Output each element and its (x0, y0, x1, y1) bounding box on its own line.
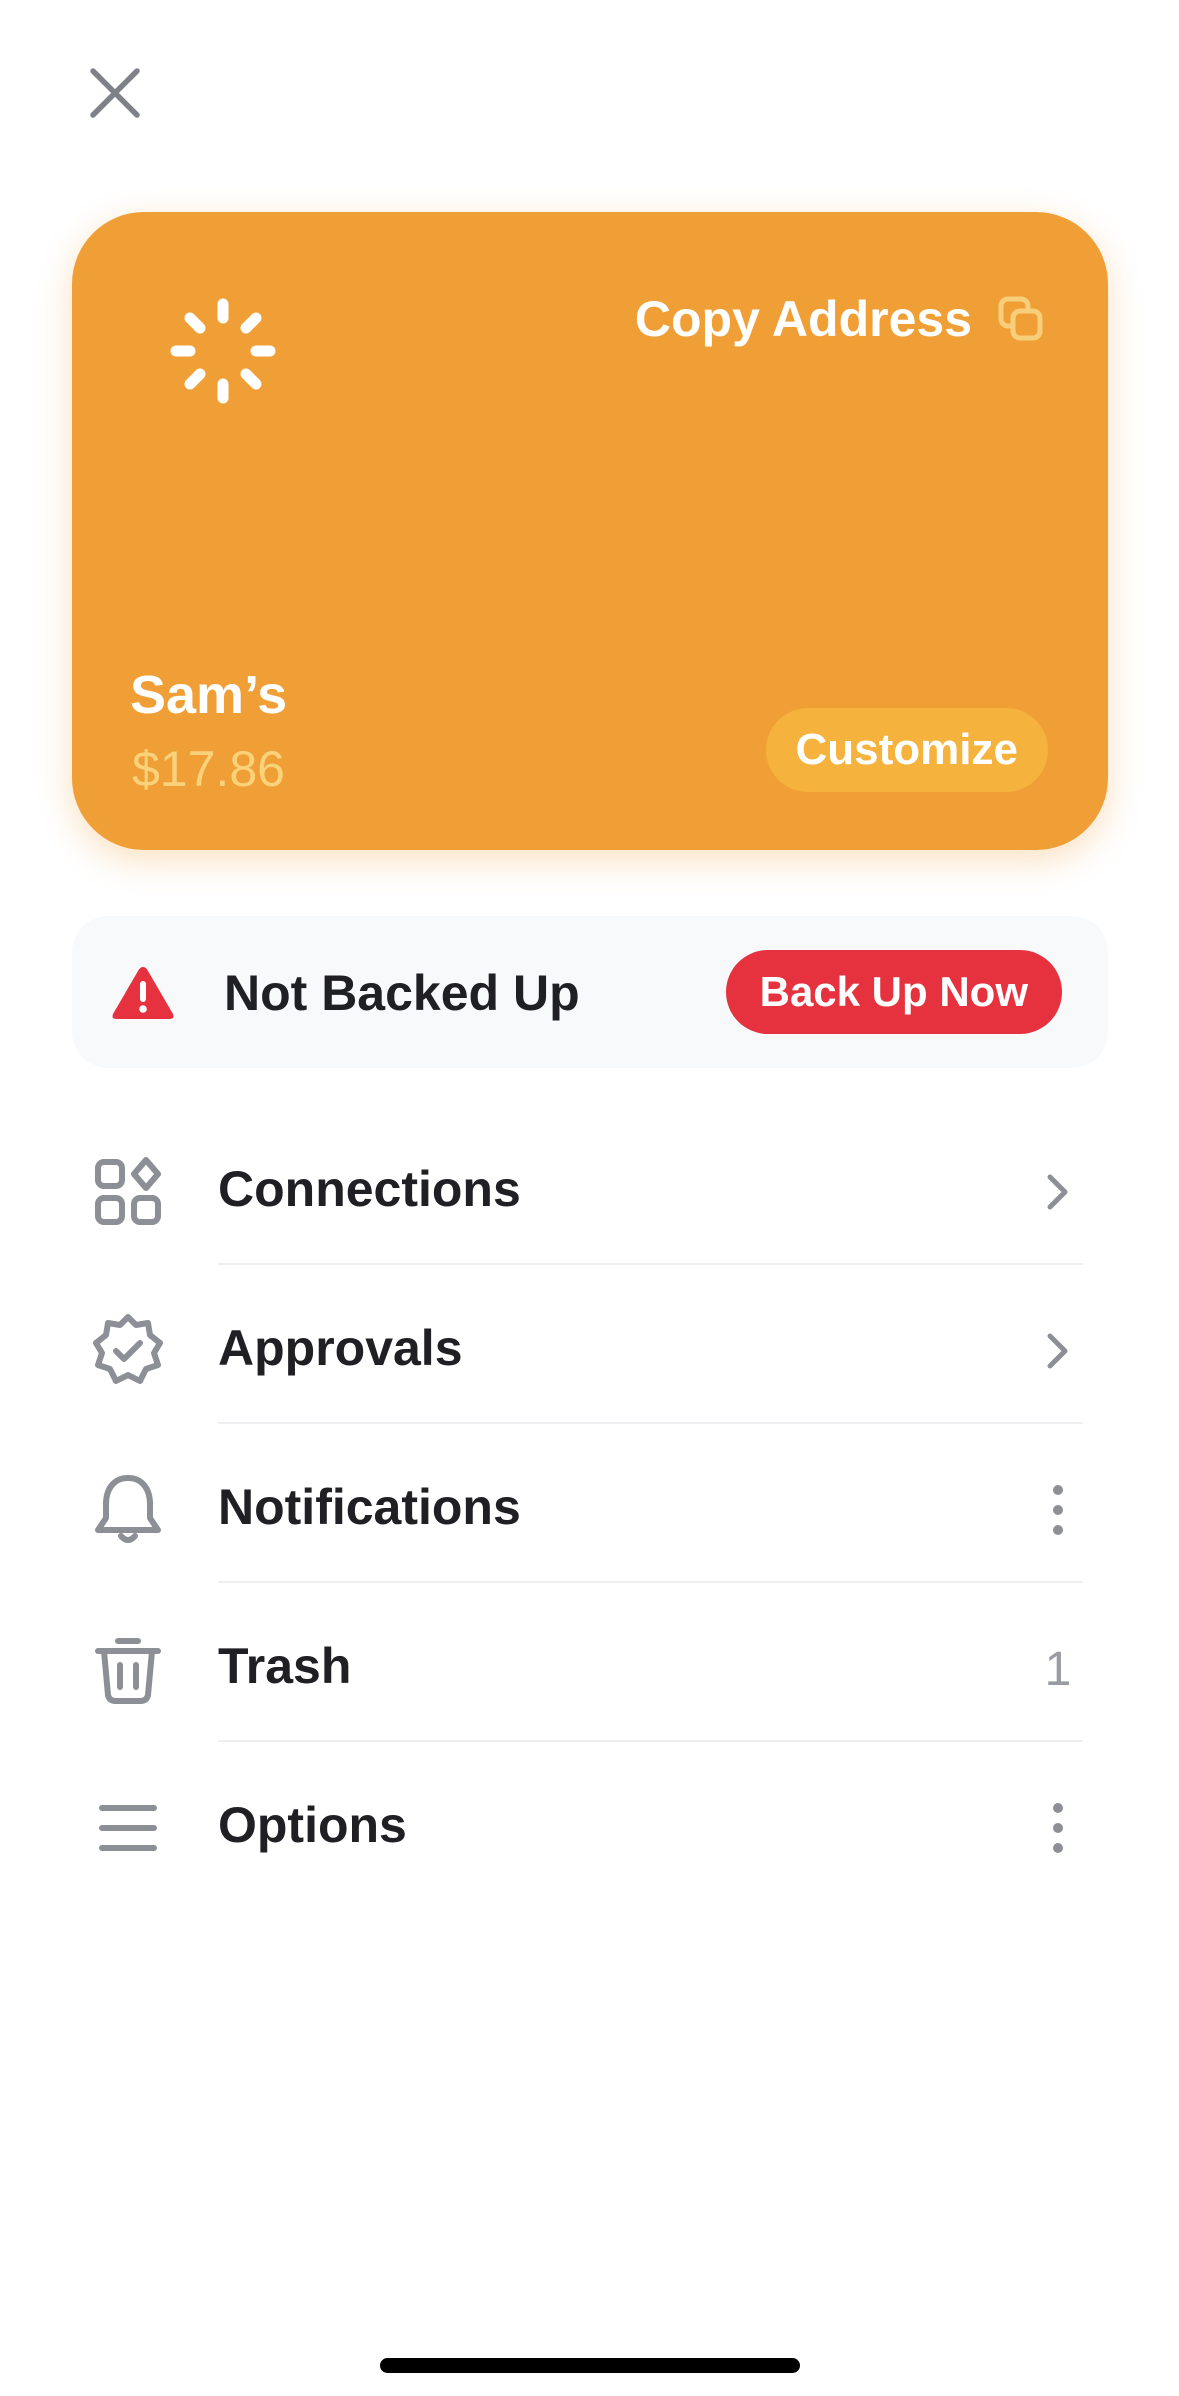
more-vertical-icon (1053, 1485, 1063, 1535)
menu-item-label: Approvals (218, 1320, 463, 1376)
chevron-right-icon (1047, 1333, 1068, 1369)
back-up-now-label: Back Up Now (759, 968, 1028, 1015)
close-icon (90, 68, 140, 118)
wallet-settings-screen: Copy Address Sam’s $17.86 Customize Not … (0, 0, 1179, 2396)
wallet-balance: $17.86 (132, 741, 285, 797)
trash-count: 1 (1044, 1642, 1072, 1696)
menu-item-approvals[interactable]: Approvals (0, 1265, 1179, 1424)
menu-item-label: Options (218, 1797, 407, 1853)
customize-label: Customize (795, 725, 1018, 774)
badge-check-icon (93, 1314, 163, 1384)
menu-item-notifications[interactable]: Notifications (0, 1424, 1179, 1583)
menu-item-connections[interactable]: Connections (0, 1106, 1179, 1265)
menu-item-trash[interactable]: Trash 1 (0, 1583, 1179, 1742)
home-indicator (380, 2358, 800, 2373)
backup-banner: Not Backed Up Back Up Now (72, 916, 1108, 1068)
bell-icon (95, 1475, 161, 1543)
menu-item-options[interactable]: Options (0, 1742, 1179, 1901)
warning-icon (112, 967, 174, 1019)
menu-lines-icon (99, 1805, 157, 1851)
more-vertical-icon (1053, 1803, 1063, 1853)
back-up-now-button[interactable]: Back Up Now (725, 950, 1062, 1034)
menu-item-label: Trash (218, 1638, 352, 1694)
copy-address-label: Copy Address (634, 291, 972, 347)
menu-item-label: Connections (218, 1161, 521, 1217)
close-button[interactable] (72, 50, 158, 136)
backup-status-text: Not Backed Up (224, 965, 580, 1021)
chevron-right-icon (1047, 1174, 1068, 1210)
customize-button[interactable]: Customize (765, 708, 1048, 792)
menu-list: Connections Approvals Notifications Tras… (0, 1106, 1179, 1901)
wallet-card: Copy Address Sam’s $17.86 Customize (72, 212, 1108, 850)
copy-icon (998, 296, 1043, 341)
wallet-name: Sam’s (130, 665, 288, 725)
loading-spinner-icon (170, 298, 276, 404)
trash-icon (95, 1638, 161, 1704)
copy-address-button[interactable]: Copy Address (635, 276, 1044, 362)
grid-icon (95, 1157, 161, 1225)
menu-item-label: Notifications (218, 1479, 521, 1535)
